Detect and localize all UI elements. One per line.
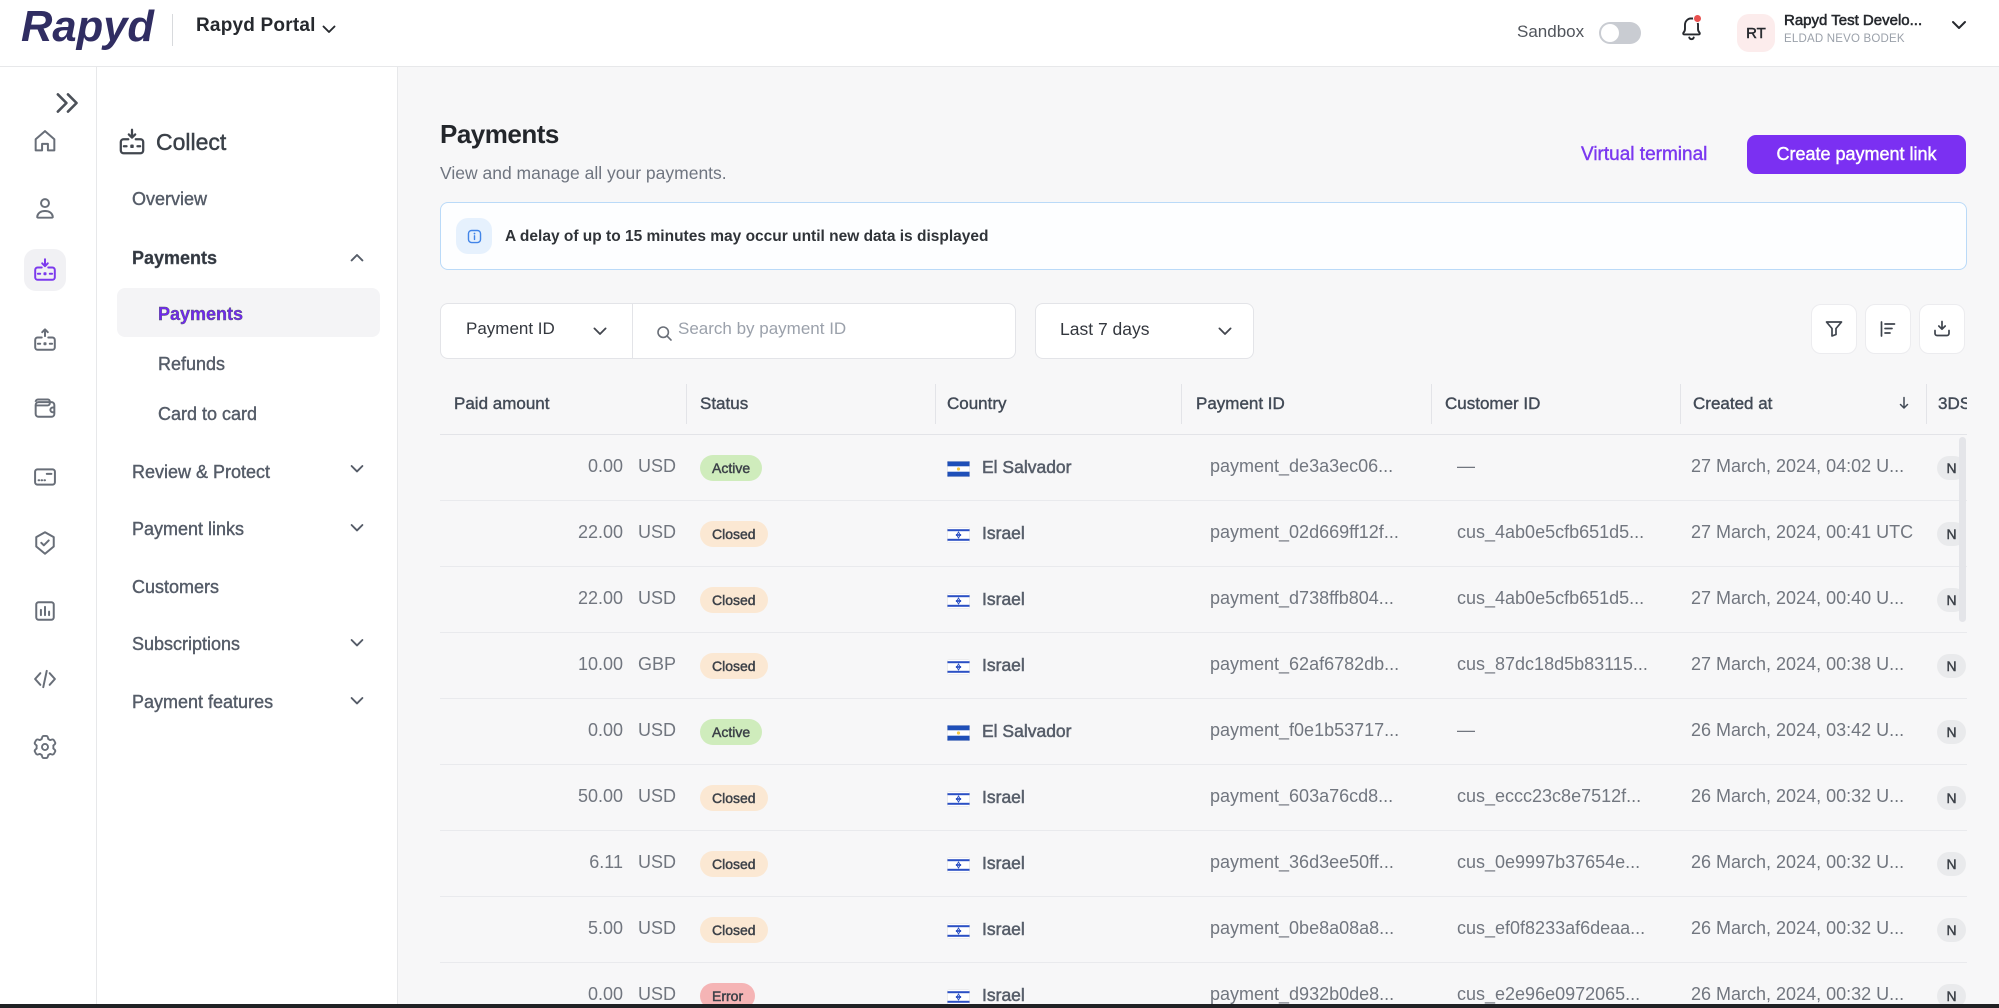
svg-text:Rapyd: Rapyd [21,7,155,51]
